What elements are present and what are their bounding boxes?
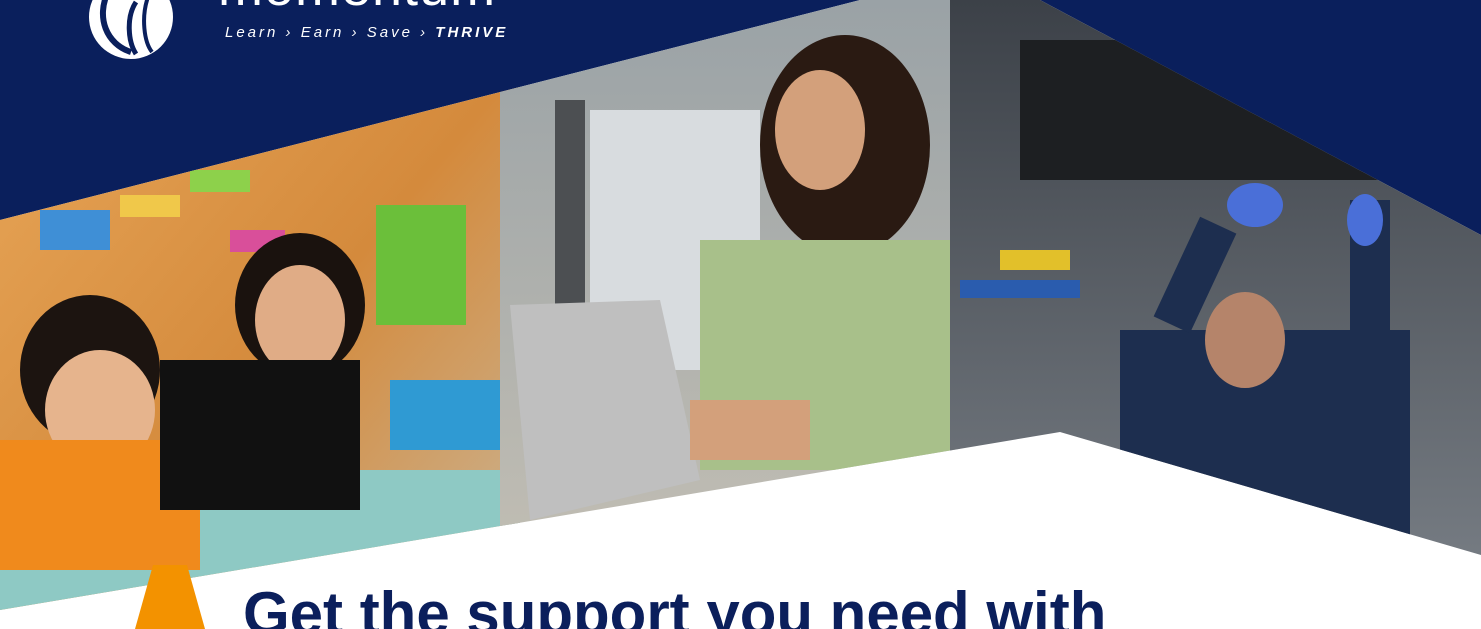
office-photo [500, 0, 960, 610]
orange-accent-bar [135, 565, 205, 629]
headline: Get the support you need with [243, 580, 1107, 629]
photo-collage [0, 0, 1481, 610]
classroom-photo [0, 0, 520, 610]
page: momentum Learn › Earn › Save › THRIVE [0, 0, 1481, 629]
garage-photo [950, 0, 1481, 610]
